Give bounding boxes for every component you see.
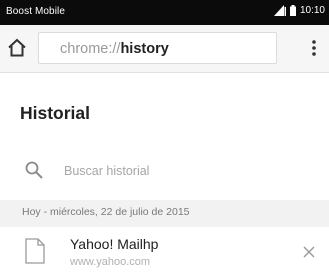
entry-url: www.yahoo.com <box>70 256 151 268</box>
url-scheme: chrome:// <box>60 41 121 57</box>
home-icon[interactable] <box>5 36 29 60</box>
date-label: Hoy - miércoles, 22 de julio de 2015 <box>22 206 190 218</box>
search-icon <box>25 161 43 179</box>
close-icon[interactable] <box>301 244 317 260</box>
status-indicators: 10:10 <box>273 5 325 16</box>
browser-toolbar: chrome://history <box>0 25 329 73</box>
overflow-menu-icon[interactable] <box>307 37 321 59</box>
clock: 10:10 <box>299 5 325 16</box>
battery-icon <box>289 5 296 16</box>
url-text[interactable]: chrome://history <box>60 41 169 57</box>
entry-title[interactable]: Yahoo! Mailhp <box>70 236 158 252</box>
page-title: Historial <box>20 103 91 123</box>
history-entry[interactable]: Yahoo! Mailhp www.yahoo.com <box>0 227 329 278</box>
carrier-name: Boost Mobile <box>6 6 66 17</box>
history-search <box>0 160 329 184</box>
search-input[interactable] <box>64 162 304 180</box>
omnibox[interactable]: chrome://history <box>38 32 277 64</box>
page-icon <box>25 238 45 264</box>
url-host: history <box>120 41 169 57</box>
status-bar: Boost Mobile 10:10 <box>0 0 329 25</box>
signal-icon <box>273 5 286 16</box>
date-group-header: Hoy - miércoles, 22 de julio de 2015 <box>0 200 329 227</box>
